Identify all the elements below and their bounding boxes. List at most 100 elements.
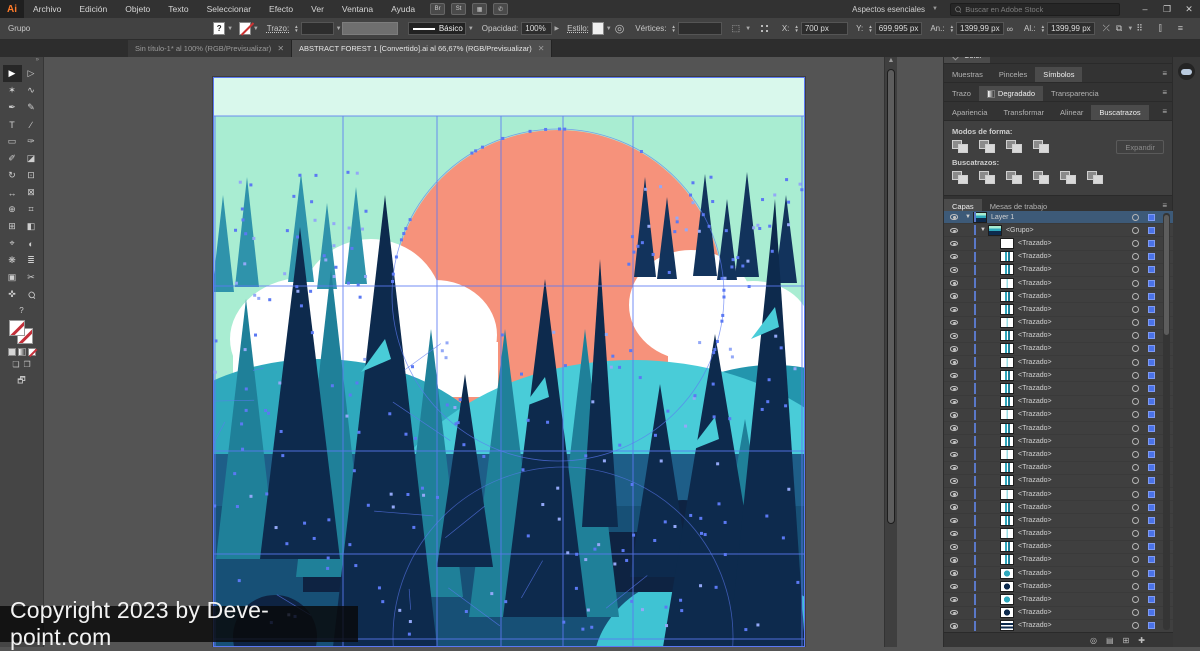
tab-buscatrazos[interactable]: Buscatrazos (1091, 105, 1148, 120)
visibility-eye-icon[interactable] (950, 531, 958, 537)
selection-indicator[interactable] (1148, 491, 1155, 498)
layer-row-27[interactable]: <Trazado> (944, 567, 1173, 580)
visibility-eye-icon[interactable] (950, 623, 958, 629)
target-circle-icon[interactable] (1132, 345, 1139, 352)
selection-indicator[interactable] (1148, 477, 1155, 484)
target-circle-icon[interactable] (1132, 464, 1139, 471)
selection-indicator[interactable] (1148, 530, 1155, 537)
selection-indicator[interactable] (1148, 253, 1155, 260)
layer-name[interactable]: <Trazado> (1018, 583, 1052, 590)
target-circle-icon[interactable] (1132, 556, 1139, 563)
layer-row-24[interactable]: <Trazado> (944, 528, 1173, 541)
layer-name[interactable]: <Grupo> (1006, 227, 1034, 234)
height-stepper[interactable]: ▲▼ (1041, 25, 1045, 33)
y-field[interactable]: 699,995 px (875, 22, 923, 35)
pencil-tool[interactable]: ✐ (3, 150, 22, 167)
layer-row-19[interactable]: <Trazado> (944, 462, 1173, 475)
target-circle-icon[interactable] (1132, 622, 1139, 629)
symbol-sprayer-tool[interactable]: ❋ (3, 252, 22, 269)
mesh-tool[interactable]: ⊞ (3, 218, 22, 235)
layer-row-28[interactable]: <Trazado> (944, 580, 1173, 593)
fill-swatch[interactable]: ? (213, 22, 225, 35)
layer-row-6[interactable]: <Trazado> (944, 290, 1173, 303)
layer-row-0[interactable]: ▼Layer 1 (944, 211, 1173, 224)
layer-name[interactable]: <Trazado> (1018, 345, 1052, 352)
selection-indicator[interactable] (1148, 306, 1155, 313)
selection-tool[interactable]: ▶ (3, 65, 22, 82)
selection-indicator[interactable] (1148, 543, 1155, 550)
visibility-eye-icon[interactable] (950, 386, 958, 392)
minimize-button[interactable]: – (1134, 0, 1156, 18)
stroke-stepper[interactable]: ▲▼ (294, 25, 298, 33)
layer-row-30[interactable]: <Trazado> (944, 607, 1173, 620)
width-stepper[interactable]: ▲▼ (950, 25, 954, 33)
target-circle-icon[interactable] (1132, 227, 1139, 234)
selection-indicator[interactable] (1148, 280, 1155, 287)
fill-color-swatch[interactable] (9, 320, 25, 336)
target-circle-icon[interactable] (1132, 385, 1139, 392)
visibility-eye-icon[interactable] (950, 214, 958, 220)
layer-name[interactable]: <Trazado> (1018, 556, 1052, 563)
exclude-icon[interactable] (1033, 140, 1050, 154)
visibility-eye-icon[interactable] (950, 412, 958, 418)
isolate-icon[interactable]: ⧉ (1116, 23, 1122, 34)
x-stepper[interactable]: ▲▼ (794, 25, 798, 33)
shape-builder-tool[interactable]: ⊕ (3, 201, 22, 218)
tab-apariencia[interactable]: Apariencia (944, 105, 995, 120)
target-circle-icon[interactable] (1132, 280, 1139, 287)
selection-indicator[interactable] (1148, 622, 1155, 629)
selection-indicator[interactable] (1148, 583, 1155, 590)
variable-width-field[interactable] (342, 22, 398, 35)
layer-row-16[interactable]: <Trazado> (944, 422, 1173, 435)
visibility-eye-icon[interactable] (950, 465, 958, 471)
width-tool[interactable]: ↔ (3, 184, 22, 201)
dock-panel-icon-3[interactable]: ≡ (1178, 23, 1183, 34)
layer-row-25[interactable]: <Trazado> (944, 541, 1173, 554)
selection-indicator[interactable] (1148, 411, 1155, 418)
panel-menu-icon[interactable]: ≡ (1162, 88, 1167, 97)
stroke-weight-field[interactable] (301, 22, 334, 35)
stock-icon[interactable]: St (451, 3, 466, 15)
layer-row-3[interactable]: <Trazado> (944, 251, 1173, 264)
layer-row-7[interactable]: <Trazado> (944, 303, 1173, 316)
layer-name[interactable]: <Trazado> (1018, 438, 1052, 445)
target-circle-icon[interactable] (1132, 583, 1139, 590)
target-circle-icon[interactable] (1132, 425, 1139, 432)
target-circle-icon[interactable] (1132, 398, 1139, 405)
visibility-eye-icon[interactable] (950, 504, 958, 510)
scroll-up-arrow[interactable]: ▲ (885, 57, 897, 67)
layer-name[interactable]: <Trazado> (1018, 425, 1052, 432)
layer-row-15[interactable]: <Trazado> (944, 409, 1173, 422)
visibility-eye-icon[interactable] (950, 610, 958, 616)
visibility-eye-icon[interactable] (950, 425, 958, 431)
visibility-eye-icon[interactable] (950, 254, 958, 260)
layer-row-14[interactable]: <Trazado> (944, 396, 1173, 409)
selection-indicator[interactable] (1148, 504, 1155, 511)
visibility-eye-icon[interactable] (950, 557, 958, 563)
layer-row-4[interactable]: <Trazado> (944, 264, 1173, 277)
trim-icon[interactable] (979, 171, 996, 185)
workspace-switcher[interactable]: Aspectos esenciales ▼ (852, 5, 938, 14)
blend-tool[interactable]: ◐ (22, 235, 41, 252)
expand-button[interactable]: Expandir (1116, 140, 1164, 154)
selection-indicator[interactable] (1148, 359, 1155, 366)
menu-objeto[interactable]: Objeto (116, 0, 159, 18)
menu-seleccionar[interactable]: Seleccionar (198, 0, 260, 18)
layer-name[interactable]: <Trazado> (1018, 451, 1052, 458)
target-circle-icon[interactable] (1132, 266, 1139, 273)
visibility-eye-icon[interactable] (950, 333, 958, 339)
layer-name[interactable]: <Trazado> (1018, 491, 1052, 498)
layer-name[interactable]: <Trazado> (1018, 517, 1052, 524)
screen-mode-icon[interactable]: 🗗 (0, 373, 43, 389)
none-button[interactable] (28, 348, 36, 356)
target-circle-icon[interactable] (1132, 438, 1139, 445)
graph-tool[interactable]: ≣ (22, 252, 41, 269)
menu-efecto[interactable]: Efecto (260, 0, 302, 18)
selection-indicator[interactable] (1148, 227, 1155, 234)
layer-name[interactable]: <Trazado> (1018, 253, 1052, 260)
layers-scrollbar[interactable] (1163, 213, 1170, 630)
selection-indicator[interactable] (1148, 609, 1155, 616)
magic-wand-tool[interactable]: ✶ (3, 82, 22, 99)
menu-ventana[interactable]: Ventana (333, 0, 382, 18)
eyedropper-tool[interactable]: ⌖ (3, 235, 22, 252)
